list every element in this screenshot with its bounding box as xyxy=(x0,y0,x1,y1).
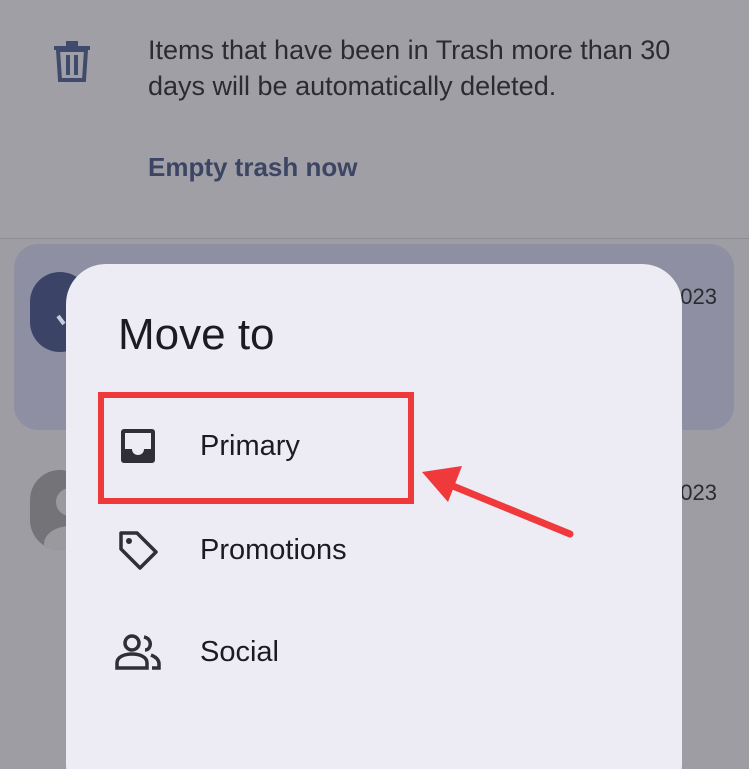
move-to-sheet: Move to Primary Promotions Social xyxy=(66,264,682,769)
divider xyxy=(0,238,749,239)
tag-icon xyxy=(114,526,162,574)
trash-notice-banner: Items that have been in Trash more than … xyxy=(0,0,749,238)
email-date: 023 xyxy=(680,284,717,309)
sheet-title: Move to xyxy=(118,310,275,359)
option-social[interactable]: Social xyxy=(96,608,406,696)
option-label: Promotions xyxy=(200,533,347,566)
annotation-arrow-icon xyxy=(422,466,574,538)
gmail-trash-screen: Items that have been in Trash more than … xyxy=(0,0,749,769)
annotation-highlight-box xyxy=(98,392,414,504)
trash-icon xyxy=(54,41,90,82)
option-promotions[interactable]: Promotions xyxy=(96,506,406,594)
option-label: Social xyxy=(200,635,279,668)
empty-trash-button[interactable]: Empty trash now xyxy=(148,152,357,183)
email-date: 023 xyxy=(680,480,717,505)
people-icon xyxy=(114,628,162,676)
trash-notice-message: Items that have been in Trash more than … xyxy=(148,35,671,101)
